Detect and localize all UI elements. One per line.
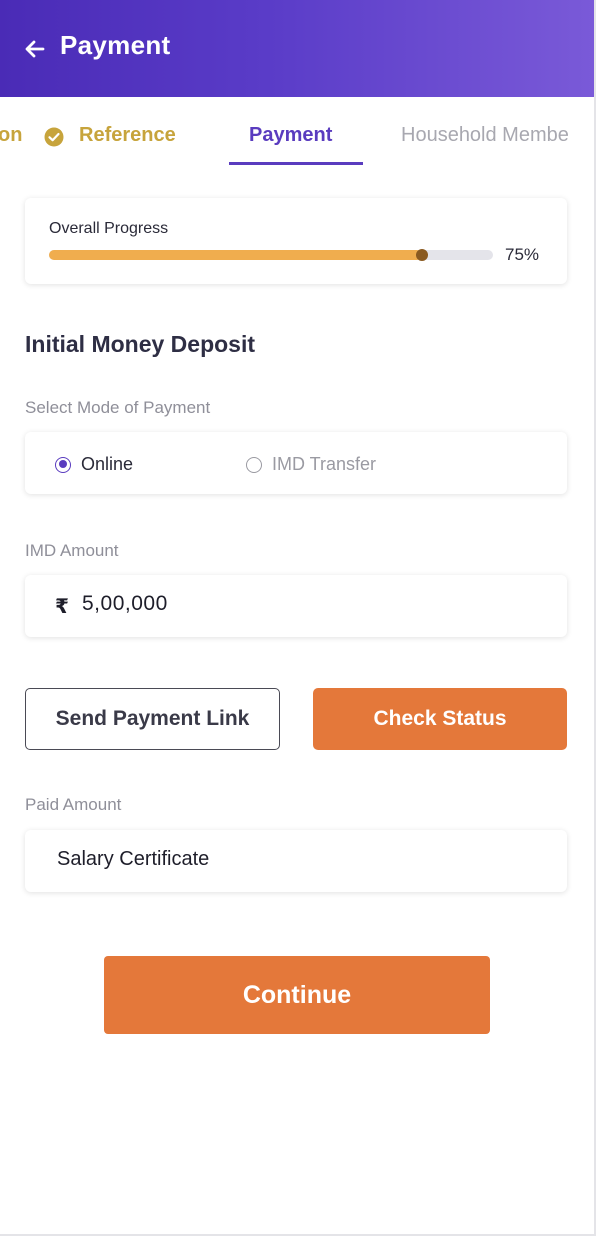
active-tab-indicator (229, 162, 363, 165)
continue-button[interactable]: Continue (104, 956, 490, 1034)
radio-imd-transfer-label: IMD Transfer (272, 454, 377, 474)
imd-amount-label: IMD Amount (25, 541, 119, 560)
progress-title: Overall Progress (49, 220, 169, 237)
send-payment-link-button[interactable]: Send Payment Link (25, 688, 280, 750)
check-status-button[interactable]: Check Status (313, 688, 567, 750)
payment-mode-group: Online IMD Transfer (25, 432, 567, 494)
progress-card: Overall Progress 75% (25, 198, 567, 284)
progress-percent: 75% (505, 245, 540, 264)
rupee-icon: ₹ (55, 596, 69, 618)
check-circle-icon (44, 127, 64, 147)
tab-household-members[interactable]: Household Membe (401, 124, 569, 147)
progress-knob (416, 249, 428, 261)
tab-payment[interactable]: Payment (249, 124, 332, 147)
imd-amount-field[interactable]: ₹ 5,00,000 (25, 575, 567, 637)
radio-selected-icon (55, 456, 71, 473)
back-arrow-icon[interactable] (23, 37, 47, 61)
tab-previous-step[interactable]: on (0, 124, 22, 147)
payment-mode-label: Select Mode of Payment (25, 398, 211, 417)
progress-fill (49, 250, 422, 260)
payment-screen: Payment on Reference Payment Household M… (0, 0, 596, 1236)
tab-reference[interactable]: Reference (79, 124, 176, 147)
paid-amount-value: Salary Certificate (57, 848, 210, 870)
imd-amount-value: 5,00,000 (82, 592, 168, 615)
app-header: Payment (0, 0, 594, 97)
paid-amount-label: Paid Amount (25, 795, 122, 814)
section-title: Initial Money Deposit (25, 331, 256, 357)
radio-unselected-icon (246, 456, 262, 473)
step-tabs: on Reference Payment Household Membe (0, 97, 594, 167)
radio-online-label: Online (81, 454, 134, 474)
radio-online[interactable]: Online (55, 454, 133, 475)
page-title: Payment (60, 30, 171, 60)
progress-bar (49, 249, 493, 261)
paid-amount-field[interactable]: Salary Certificate (25, 830, 567, 892)
radio-imd-transfer[interactable]: IMD Transfer (246, 454, 376, 475)
